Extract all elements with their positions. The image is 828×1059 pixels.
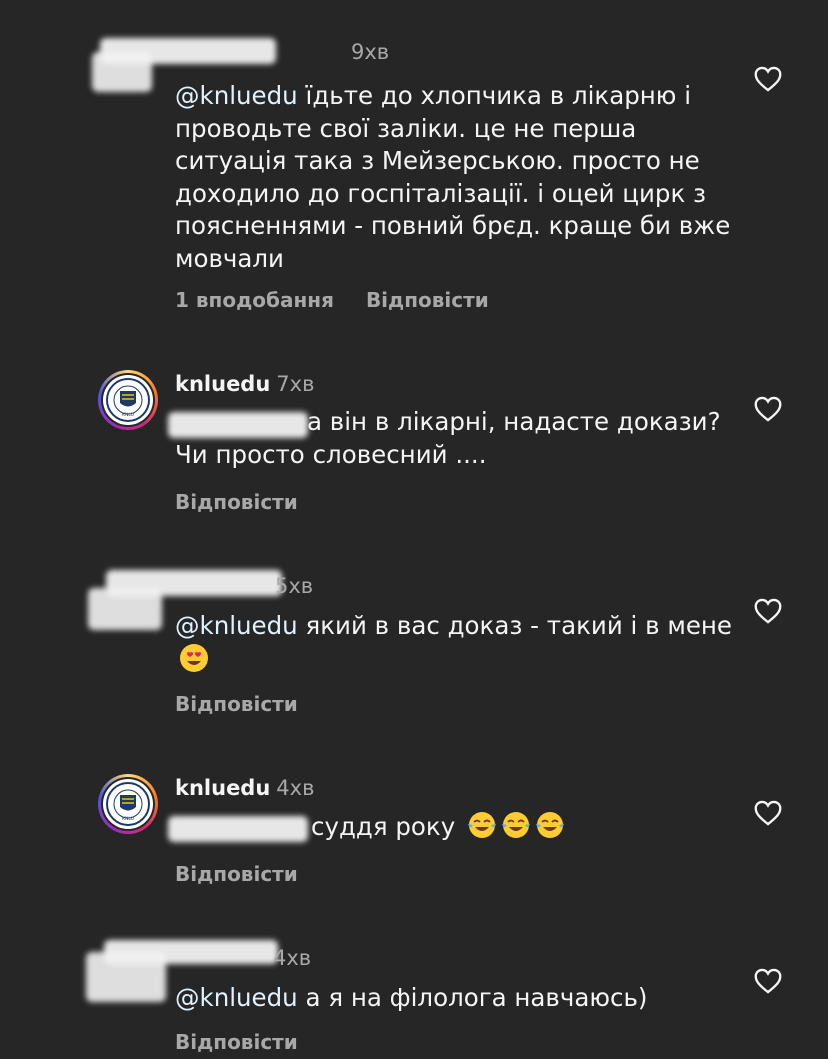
comment-time: 5хв xyxy=(275,574,314,598)
comment-header: knluedu 4хв xyxy=(175,774,314,802)
heart-icon[interactable] xyxy=(754,598,782,624)
comment-text: суддя року xyxy=(175,810,735,844)
university-logo-icon: KNLU xyxy=(106,782,150,826)
university-logo-icon: KNLU xyxy=(106,378,150,422)
comment-header: 9хв xyxy=(175,38,389,66)
comment-2: KNLU knluedu 7хв а він в лікарні, надасте… xyxy=(0,360,828,540)
comment-text: @knluedu їдьте до хлопчика в лікарню і п… xyxy=(175,80,735,275)
reply-button[interactable]: Відповісти xyxy=(366,288,489,312)
heart-icon[interactable] xyxy=(754,800,782,826)
username[interactable]: knluedu xyxy=(175,776,270,800)
svg-text:KNLU: KNLU xyxy=(122,816,134,822)
comment-time: 9хв xyxy=(351,40,390,64)
comment-header: 4хв xyxy=(175,944,311,972)
likes-count[interactable]: 1 вподобання xyxy=(175,288,334,312)
comment-5: 4хв @knluedu а я на філолога навчаюсь) В… xyxy=(0,930,828,1059)
comment-4: KNLU knluedu 4хв суддя року Відповісти xyxy=(0,764,828,914)
comment-body: суддя року xyxy=(311,812,456,841)
comment-header: knluedu 7хв xyxy=(175,370,314,398)
avatar[interactable]: KNLU xyxy=(98,774,158,834)
comment-actions: Відповісти xyxy=(175,860,298,888)
heart-icon[interactable] xyxy=(754,968,782,994)
comment-text: @knluedu який в вас доказ - такий і в ме… xyxy=(175,610,735,676)
comment-time: 4хв xyxy=(276,776,315,800)
comment-header: 5хв xyxy=(175,572,313,600)
comment-actions: Відповісти xyxy=(175,488,298,516)
reply-button[interactable]: Відповісти xyxy=(175,862,298,886)
avatar[interactable]: KNLU xyxy=(98,370,158,430)
username[interactable]: knluedu xyxy=(175,372,270,396)
comment-actions: 1 вподобання Відповісти xyxy=(175,286,489,314)
heart-eyes-emoji-icon xyxy=(180,643,208,672)
heart-icon[interactable] xyxy=(754,396,782,422)
comment-text: @knluedu а я на філолога навчаюсь) xyxy=(175,982,735,1015)
comment-body: який в вас доказ - такий і в мене xyxy=(305,611,732,640)
comment-time: 7хв xyxy=(276,372,315,396)
redacted-avatar xyxy=(88,588,162,630)
mention-link[interactable]: @knluedu xyxy=(175,983,298,1012)
reply-button[interactable]: Відповісти xyxy=(175,1030,298,1054)
redacted-avatar xyxy=(92,52,152,92)
comment-actions: Відповісти xyxy=(175,690,298,718)
comment-text: а він в лікарні, надасте докази? Чи прос… xyxy=(175,406,735,471)
reply-button[interactable]: Відповісти xyxy=(175,692,298,716)
redacted-avatar xyxy=(86,952,166,1002)
comment-1: 9хв @knluedu їдьте до хлопчика в лікарню… xyxy=(0,0,828,330)
comment-body: а я на філолога навчаюсь) xyxy=(305,983,648,1012)
comment-body: а він в лікарні, надасте докази? Чи прос… xyxy=(175,407,721,469)
tears-of-joy-emoji-icon xyxy=(502,812,531,838)
mention-link[interactable]: @knluedu xyxy=(175,81,298,110)
comment-time: 4хв xyxy=(273,946,312,970)
mention-link[interactable]: @knluedu xyxy=(175,611,298,640)
comment-3: 5хв @knluedu який в вас доказ - такий і … xyxy=(0,560,828,740)
svg-text:KNLU: KNLU xyxy=(122,412,134,418)
tears-of-joy-emoji-icon xyxy=(468,812,497,838)
reply-button[interactable]: Відповісти xyxy=(175,490,298,514)
comment-actions: Відповісти xyxy=(175,1028,298,1056)
heart-icon[interactable] xyxy=(754,66,782,92)
tears-of-joy-emoji-icon xyxy=(536,812,565,838)
